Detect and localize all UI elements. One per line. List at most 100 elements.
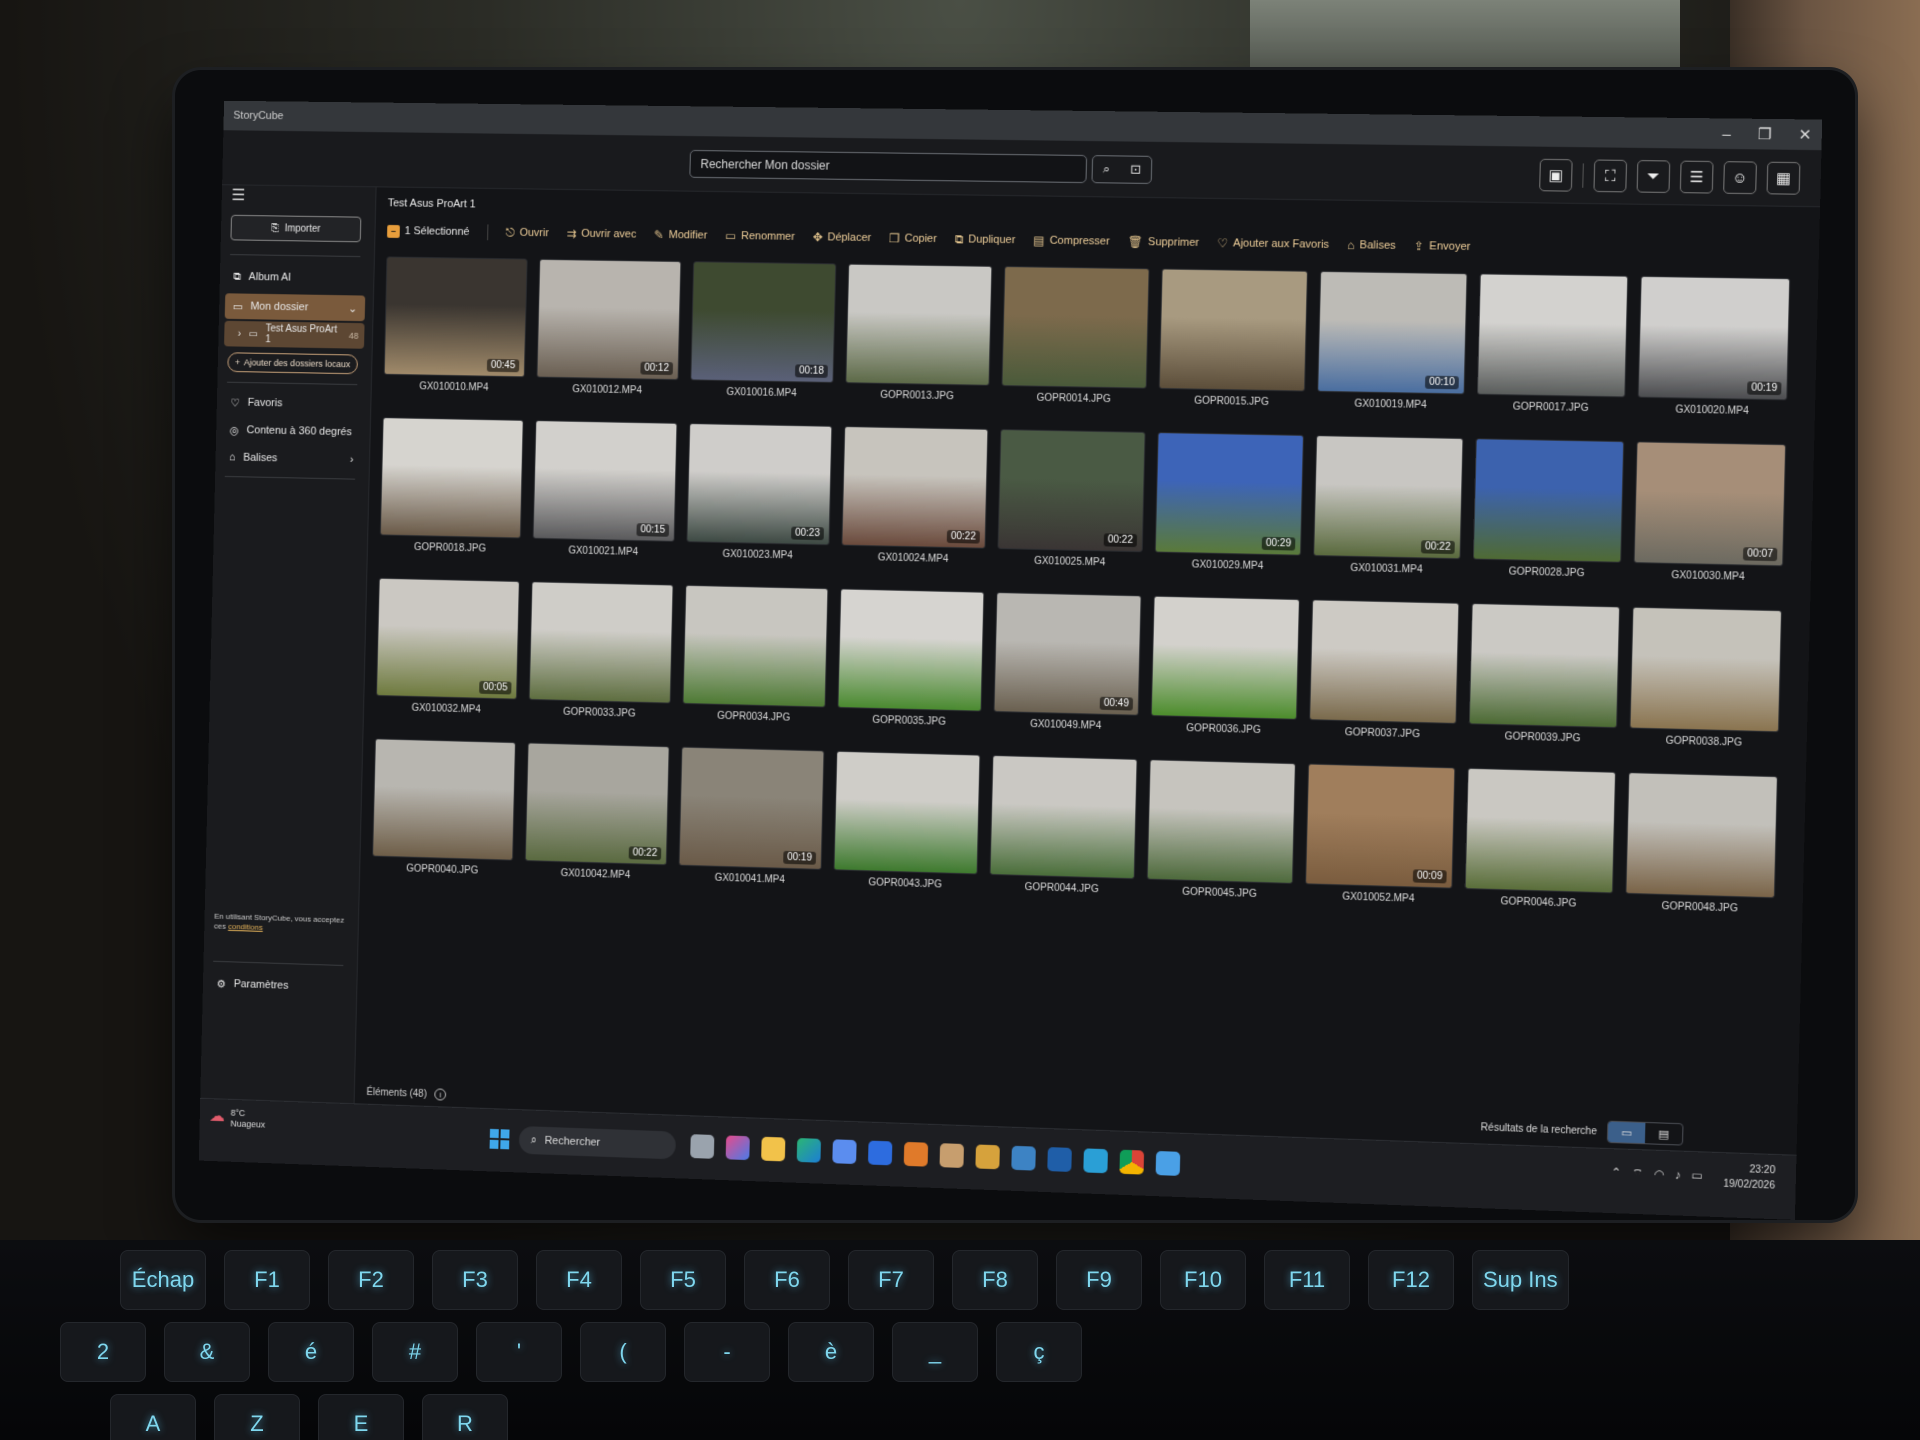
minimize-button[interactable]: – — [1722, 125, 1731, 142]
media-tile[interactable]: 00:12 GX010012.MP4 — [536, 258, 682, 397]
media-tile[interactable]: GOPR0037.JPG — [1309, 599, 1460, 741]
media-tile[interactable]: 00:23 GX010023.MP4 — [686, 423, 833, 562]
info-icon[interactable]: i — [434, 1088, 447, 1101]
keyboard-key[interactable]: Z — [214, 1394, 300, 1440]
media-thumbnail[interactable] — [1476, 273, 1629, 398]
media-tile[interactable]: GOPR0048.JPG — [1625, 772, 1778, 915]
menu-icon[interactable]: ☰ — [231, 185, 245, 205]
action-rename[interactable]: ▭ Renommer — [725, 228, 795, 244]
media-tile[interactable]: GOPR0043.JPG — [833, 750, 981, 892]
image-search-icon[interactable]: ⊡ — [1130, 162, 1141, 178]
settings-button[interactable]: ⚙ Paramètres — [208, 970, 348, 1000]
media-thumbnail[interactable] — [372, 738, 516, 861]
media-thumbnail[interactable]: 00:49 — [993, 592, 1142, 716]
media-thumbnail[interactable]: 00:22 — [997, 429, 1146, 553]
slideshow-icon[interactable]: ▣ — [1539, 158, 1573, 192]
media-tile[interactable]: 00:22 GX010024.MP4 — [841, 426, 989, 566]
media-tile[interactable]: GOPR0013.JPG — [845, 263, 993, 403]
media-tile[interactable]: GOPR0017.JPG — [1476, 273, 1629, 414]
windows-start-icon[interactable] — [489, 1128, 510, 1150]
media-thumbnail[interactable] — [837, 588, 985, 712]
media-thumbnail[interactable] — [1629, 606, 1783, 733]
media-thumbnail[interactable] — [1625, 772, 1778, 899]
sidebar-item-balises[interactable]: ⌂ Balises › — [221, 444, 362, 472]
sidebar-item-mon-dossier[interactable]: ▭ Mon dossier ⌄ — [224, 293, 366, 322]
media-tile[interactable]: GOPR0033.JPG — [528, 581, 674, 720]
chevron-right-icon[interactable]: › — [238, 328, 241, 339]
media-tile[interactable]: 00:10 GX010019.MP4 — [1317, 270, 1468, 412]
media-thumbnail[interactable] — [833, 750, 981, 875]
action-share[interactable]: ⇪ Envoyer — [1414, 239, 1471, 255]
sidebar-item-album-ai[interactable]: ⧉ Album AI — [225, 264, 366, 292]
photoshop-icon[interactable] — [1047, 1147, 1072, 1172]
keyboard-key[interactable]: è — [788, 1322, 874, 1382]
media-thumbnail[interactable]: 00:23 — [686, 423, 833, 546]
sidebar-item-test-asus[interactable]: › ▭ Test Asus ProArt 1 48 — [224, 320, 365, 349]
media-tile[interactable]: GOPR0014.JPG — [1001, 266, 1150, 406]
keyboard-key[interactable]: F2 — [328, 1250, 414, 1310]
media-tile[interactable]: GOPR0044.JPG — [989, 754, 1138, 896]
keyboard-key[interactable]: ' — [476, 1322, 562, 1382]
keyboard-key[interactable]: F12 — [1368, 1250, 1454, 1310]
media-thumbnail[interactable]: 00:15 — [532, 420, 678, 542]
taskbar-search[interactable]: ⌕ Rechercher — [518, 1125, 677, 1160]
media-tile[interactable]: GOPR0040.JPG — [372, 738, 516, 877]
media-tile[interactable]: 00:05 GX010032.MP4 — [375, 577, 520, 717]
keyboard-key[interactable]: & — [164, 1322, 250, 1382]
keyboard-key[interactable]: F4 — [536, 1250, 622, 1310]
chevron-down-icon[interactable]: ⌄ — [348, 302, 357, 315]
face-icon[interactable]: ☺ — [1723, 161, 1757, 195]
media-thumbnail[interactable]: 00:10 — [1317, 270, 1468, 395]
action-tag[interactable]: ⌂ Balises — [1347, 238, 1396, 254]
media-thumbnail[interactable]: 00:12 — [536, 258, 682, 381]
media-tile[interactable]: GOPR0039.JPG — [1468, 603, 1621, 745]
keyboard-key[interactable]: R — [422, 1394, 508, 1440]
media-thumbnail[interactable] — [1464, 767, 1617, 894]
media-tile[interactable]: GOPR0018.JPG — [379, 417, 524, 555]
media-tile[interactable]: 00:22 GX010025.MP4 — [997, 429, 1146, 569]
media-thumbnail[interactable] — [1150, 595, 1300, 720]
media-thumbnail[interactable]: 00:22 — [841, 426, 989, 549]
app-icon[interactable] — [1011, 1145, 1036, 1171]
media-thumbnail[interactable] — [682, 584, 829, 708]
media-tile[interactable]: 00:18 GX010016.MP4 — [690, 261, 837, 400]
media-thumbnail[interactable] — [845, 263, 993, 386]
app-icon[interactable] — [975, 1144, 1000, 1170]
chevron-right-icon[interactable]: › — [350, 454, 354, 466]
media-thumbnail[interactable]: 00:07 — [1633, 441, 1787, 567]
selection-indicator[interactable]: – 1 Sélectionné — [387, 224, 470, 238]
media-thumbnail[interactable] — [1146, 759, 1296, 884]
add-local-folders-button[interactable]: + Ajouter des dossiers locaux — [227, 352, 359, 375]
keyboard-key[interactable]: _ — [892, 1322, 978, 1382]
keyboard-key[interactable]: F8 — [952, 1250, 1038, 1310]
media-thumbnail[interactable] — [379, 417, 524, 539]
close-button[interactable]: ✕ — [1798, 125, 1811, 143]
media-tile[interactable]: 00:45 GX010010.MP4 — [383, 256, 528, 394]
media-thumbnail[interactable] — [528, 581, 674, 704]
media-tile[interactable]: 00:19 GX010020.MP4 — [1637, 275, 1791, 418]
media-thumbnail[interactable] — [1468, 603, 1621, 729]
battery-icon[interactable]: ▭ — [1691, 1168, 1703, 1184]
restore-button[interactable]: ❐ — [1757, 125, 1771, 143]
keyboard-key[interactable]: Échap — [120, 1250, 206, 1310]
media-tile[interactable]: GOPR0046.JPG — [1464, 767, 1617, 911]
keyboard-key[interactable]: ç — [996, 1322, 1082, 1382]
media-tile[interactable]: GOPR0038.JPG — [1629, 606, 1783, 750]
media-tile[interactable]: 00:19 GX010041.MP4 — [678, 746, 825, 887]
action-compress[interactable]: ▤ Compresser — [1033, 233, 1110, 249]
sort-icon[interactable]: ☰ — [1679, 160, 1714, 194]
action-heart[interactable]: ♡ Ajouter aux Favoris — [1217, 236, 1329, 253]
keyboard-key[interactable]: A — [110, 1394, 196, 1440]
keyboard-key[interactable]: Sup Ins — [1472, 1250, 1569, 1310]
pen-app-icon[interactable] — [867, 1140, 893, 1166]
media-tile[interactable]: 00:22 GX010042.MP4 — [524, 742, 670, 882]
terms-link[interactable]: conditions — [228, 922, 263, 932]
sidebar-item-360[interactable]: ◎ Contenu à 360 degrés — [222, 417, 363, 445]
media-thumbnail[interactable]: 00:19 — [1637, 275, 1791, 401]
media-thumbnail[interactable]: 00:22 — [524, 742, 670, 866]
media-tile[interactable]: GOPR0034.JPG — [682, 584, 829, 725]
media-thumbnail[interactable]: 00:29 — [1154, 432, 1304, 556]
media-tile[interactable]: 00:07 GX010030.MP4 — [1633, 441, 1787, 583]
media-tile[interactable]: GOPR0028.JPG — [1472, 438, 1625, 580]
media-tile[interactable]: 00:09 GX010052.MP4 — [1305, 763, 1456, 905]
